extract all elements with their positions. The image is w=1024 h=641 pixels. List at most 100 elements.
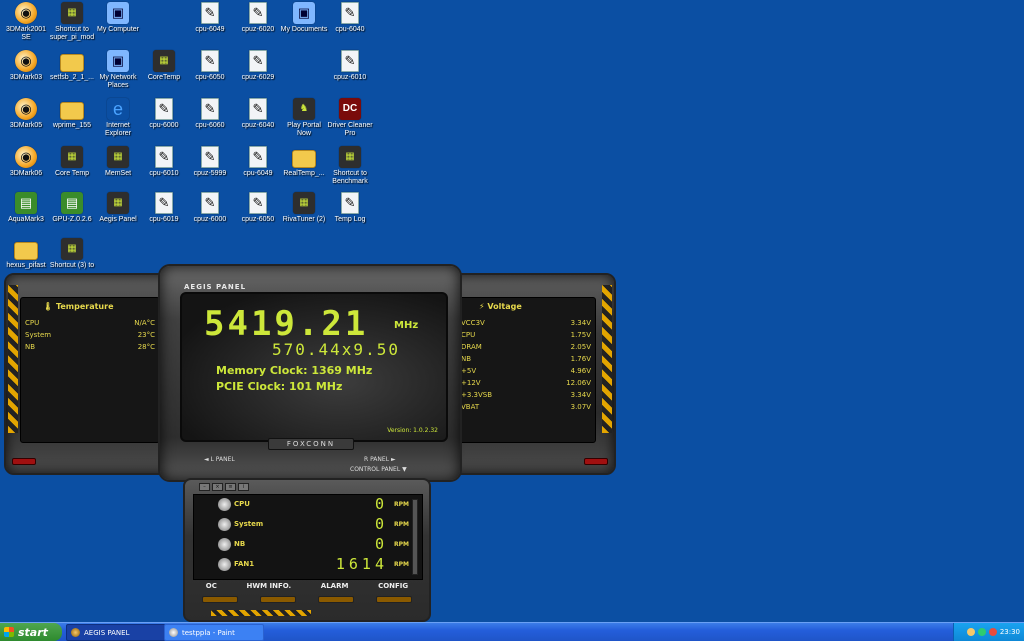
desktop-icon[interactable]: ✎ cpuz-6020 (234, 2, 282, 34)
control-panel-toggle[interactable]: CONTROL PANEL ▼ (350, 466, 407, 473)
desktop-icon-label: RealTemp_... (283, 170, 325, 177)
volt-row: +5V 4.96V (461, 367, 591, 375)
volt-row: +3.3VSB 3.34V (461, 391, 591, 399)
tab-indicator[interactable] (318, 596, 354, 603)
network-tray-icon[interactable] (977, 628, 986, 636)
settings-icon[interactable]: ≡ (225, 483, 236, 491)
desktop-icon-label: Shortcut to Benchmark (332, 170, 368, 185)
desktop-icon[interactable]: ▣ My Network Places (94, 50, 142, 90)
tab-alarm[interactable]: ALARM (321, 582, 349, 590)
start-button[interactable]: start (0, 623, 62, 641)
desktop-icon[interactable]: ✎ cpuz-5999 (186, 146, 234, 178)
desktop-icon[interactable]: ✎ cpuz-6050 (234, 192, 282, 224)
desktop-icon[interactable]: ▣ My Computer (94, 2, 142, 34)
volt-row: VCC3V 3.34V (461, 319, 591, 327)
desktop-icon[interactable]: ▦ Aegis Panel (94, 192, 142, 224)
volt-row: CPU 1.75V (461, 331, 591, 339)
tab-oc[interactable]: OC (206, 582, 217, 590)
desktop-icon[interactable]: DC Driver Cleaner Pro (326, 98, 374, 138)
superpi-icon: ▦ (61, 2, 83, 24)
file-icon: ✎ (201, 192, 219, 214)
desktop-icon[interactable]: ✎ cpu-6000 (140, 98, 188, 130)
desktop-icon[interactable]: ▦ Shortcut (3) to (48, 238, 96, 270)
desktop-icon-label: Temp Log (334, 216, 366, 223)
clock: 23:30 (999, 628, 1020, 636)
tab-config[interactable]: CONFIG (378, 582, 408, 590)
tab-indicator[interactable] (202, 596, 238, 603)
aquamark-icon: ▤ (15, 192, 37, 214)
desktop-icon[interactable]: RealTemp_... (280, 146, 328, 178)
desktop-icon[interactable]: ▦ Core Temp (48, 146, 96, 178)
desktop-icon-label: 3DMark05 (9, 122, 43, 129)
desktop-icon[interactable]: ▦ Shortcut to super_pi_mod (48, 2, 96, 42)
desktop-icon-label: RivaTuner (2) (282, 216, 326, 223)
desktop-icon-label: cpuz-5999 (193, 170, 227, 177)
desktop-icon[interactable]: ✎ cpuz-6029 (234, 50, 282, 82)
desktop-icon[interactable]: ◉ 3DMark06 (2, 146, 50, 178)
security-tray-icon[interactable] (988, 628, 997, 636)
desktop-icon[interactable]: ✎ Temp Log (326, 192, 374, 224)
desktop-icon[interactable]: hexus_pifast (2, 238, 50, 270)
tab-indicator[interactable] (260, 596, 296, 603)
gpuz-icon: ▤ (61, 192, 83, 214)
file-icon: ✎ (249, 50, 267, 72)
desktop-icon[interactable]: ▦ MemSet (94, 146, 142, 178)
tab-indicator[interactable] (376, 596, 412, 603)
aegis-left-panel: 🌡 Temperature CPU N/A°C System 23°C NB 28°C (4, 273, 178, 475)
desktop-icon[interactable]: ✎ cpu-6040 (326, 2, 374, 34)
fan-row-cpu: CPU 0 RPM (194, 495, 422, 515)
temperature-icon: 🌡 (43, 302, 54, 311)
file-icon: ✎ (201, 146, 219, 168)
taskbar-item-aegis[interactable]: AEGIS PANEL (66, 624, 166, 641)
desktop-icon[interactable]: ✎ cpu-6049 (234, 146, 282, 178)
desktop-icon[interactable]: wprime_155 (48, 98, 96, 130)
right-panel-toggle[interactable]: R PANEL ► (364, 456, 396, 463)
desktop-icon[interactable]: ✎ cpu-6019 (140, 192, 188, 224)
desktop-icon-label: 3DMark03 (9, 74, 43, 81)
desktop-icon[interactable]: e Internet Explorer (94, 98, 142, 138)
taskbar-item-paint[interactable]: testppla - Paint (164, 624, 264, 641)
desktop-icon[interactable]: ✎ cpuz-6040 (234, 98, 282, 130)
fan-scrollbar[interactable] (412, 499, 418, 575)
desktop-icon[interactable]: ▤ AquaMark3 (2, 192, 50, 224)
desktop-icon[interactable]: ◉ 3DMark05 (2, 98, 50, 130)
desktop-icon[interactable]: ✎ cpu-6010 (140, 146, 188, 178)
desktop-icon-label: My Computer (96, 26, 139, 33)
desktop-icon-label: Core Temp (54, 170, 90, 177)
aegis-tray-icon[interactable] (966, 628, 975, 636)
minimize-icon[interactable]: – (199, 483, 210, 491)
volt-row: DRAM 2.05V (461, 343, 591, 351)
benchmark-icon: ▦ (339, 146, 361, 168)
desktop-icon[interactable]: ▤ GPU-Z.0.2.6 (48, 192, 96, 224)
hazard-stripe (211, 610, 311, 616)
fan-list: CPU 0 RPM System 0 RPM NB 0 RPM FAN1 161… (193, 494, 423, 580)
desktop-icon-label: cpuz-6029 (241, 74, 275, 81)
desktop-icon-label: Shortcut to super_pi_mod (49, 26, 95, 41)
folder-icon (292, 150, 316, 168)
desktop-icon[interactable]: ✎ cpu-6050 (186, 50, 234, 82)
desktop-icon[interactable]: ▦ Shortcut to Benchmark (326, 146, 374, 186)
desktop-icon[interactable]: ✎ cpu-6060 (186, 98, 234, 130)
close-icon[interactable]: × (212, 483, 223, 491)
left-slot-indicator (12, 458, 36, 465)
desktop-icon[interactable]: setfsb_2_1_... (48, 50, 96, 82)
left-panel-toggle[interactable]: ◄ L PANEL (204, 456, 235, 463)
desktop-icon[interactable]: ▦ CoreTemp (140, 50, 188, 82)
desktop-icon[interactable]: ▣ My Documents (280, 2, 328, 34)
aegis-display: 5419.21 MHz 570.44x9.50 Memory Clock: 13… (180, 292, 448, 442)
desktop-icon[interactable]: ◉ 3DMark2001 SE (2, 2, 50, 42)
desktop-icon[interactable]: ◉ 3DMark03 (2, 50, 50, 82)
desktop-icon[interactable]: ✎ cpuz-6010 (326, 50, 374, 82)
tab-hwm-info[interactable]: HWM INFO. (247, 582, 292, 590)
folder-icon (60, 54, 84, 72)
desktop-icon[interactable]: ✎ cpu-6049 (186, 2, 234, 34)
desktop-icon[interactable]: ✎ cpuz-6000 (186, 192, 234, 224)
desktop-icon-label: cpu-6010 (149, 170, 179, 177)
desktop-icon[interactable]: ♞ Play Portal Now (280, 98, 328, 138)
fan-row-nb: NB 0 RPM (194, 535, 422, 555)
info-icon[interactable]: i (238, 483, 249, 491)
temperature-title: Temperature (55, 302, 114, 311)
aegis-icon (71, 628, 80, 637)
desktop-icon-label: wprime_155 (52, 122, 92, 129)
desktop-icon[interactable]: ▦ RivaTuner (2) (280, 192, 328, 224)
